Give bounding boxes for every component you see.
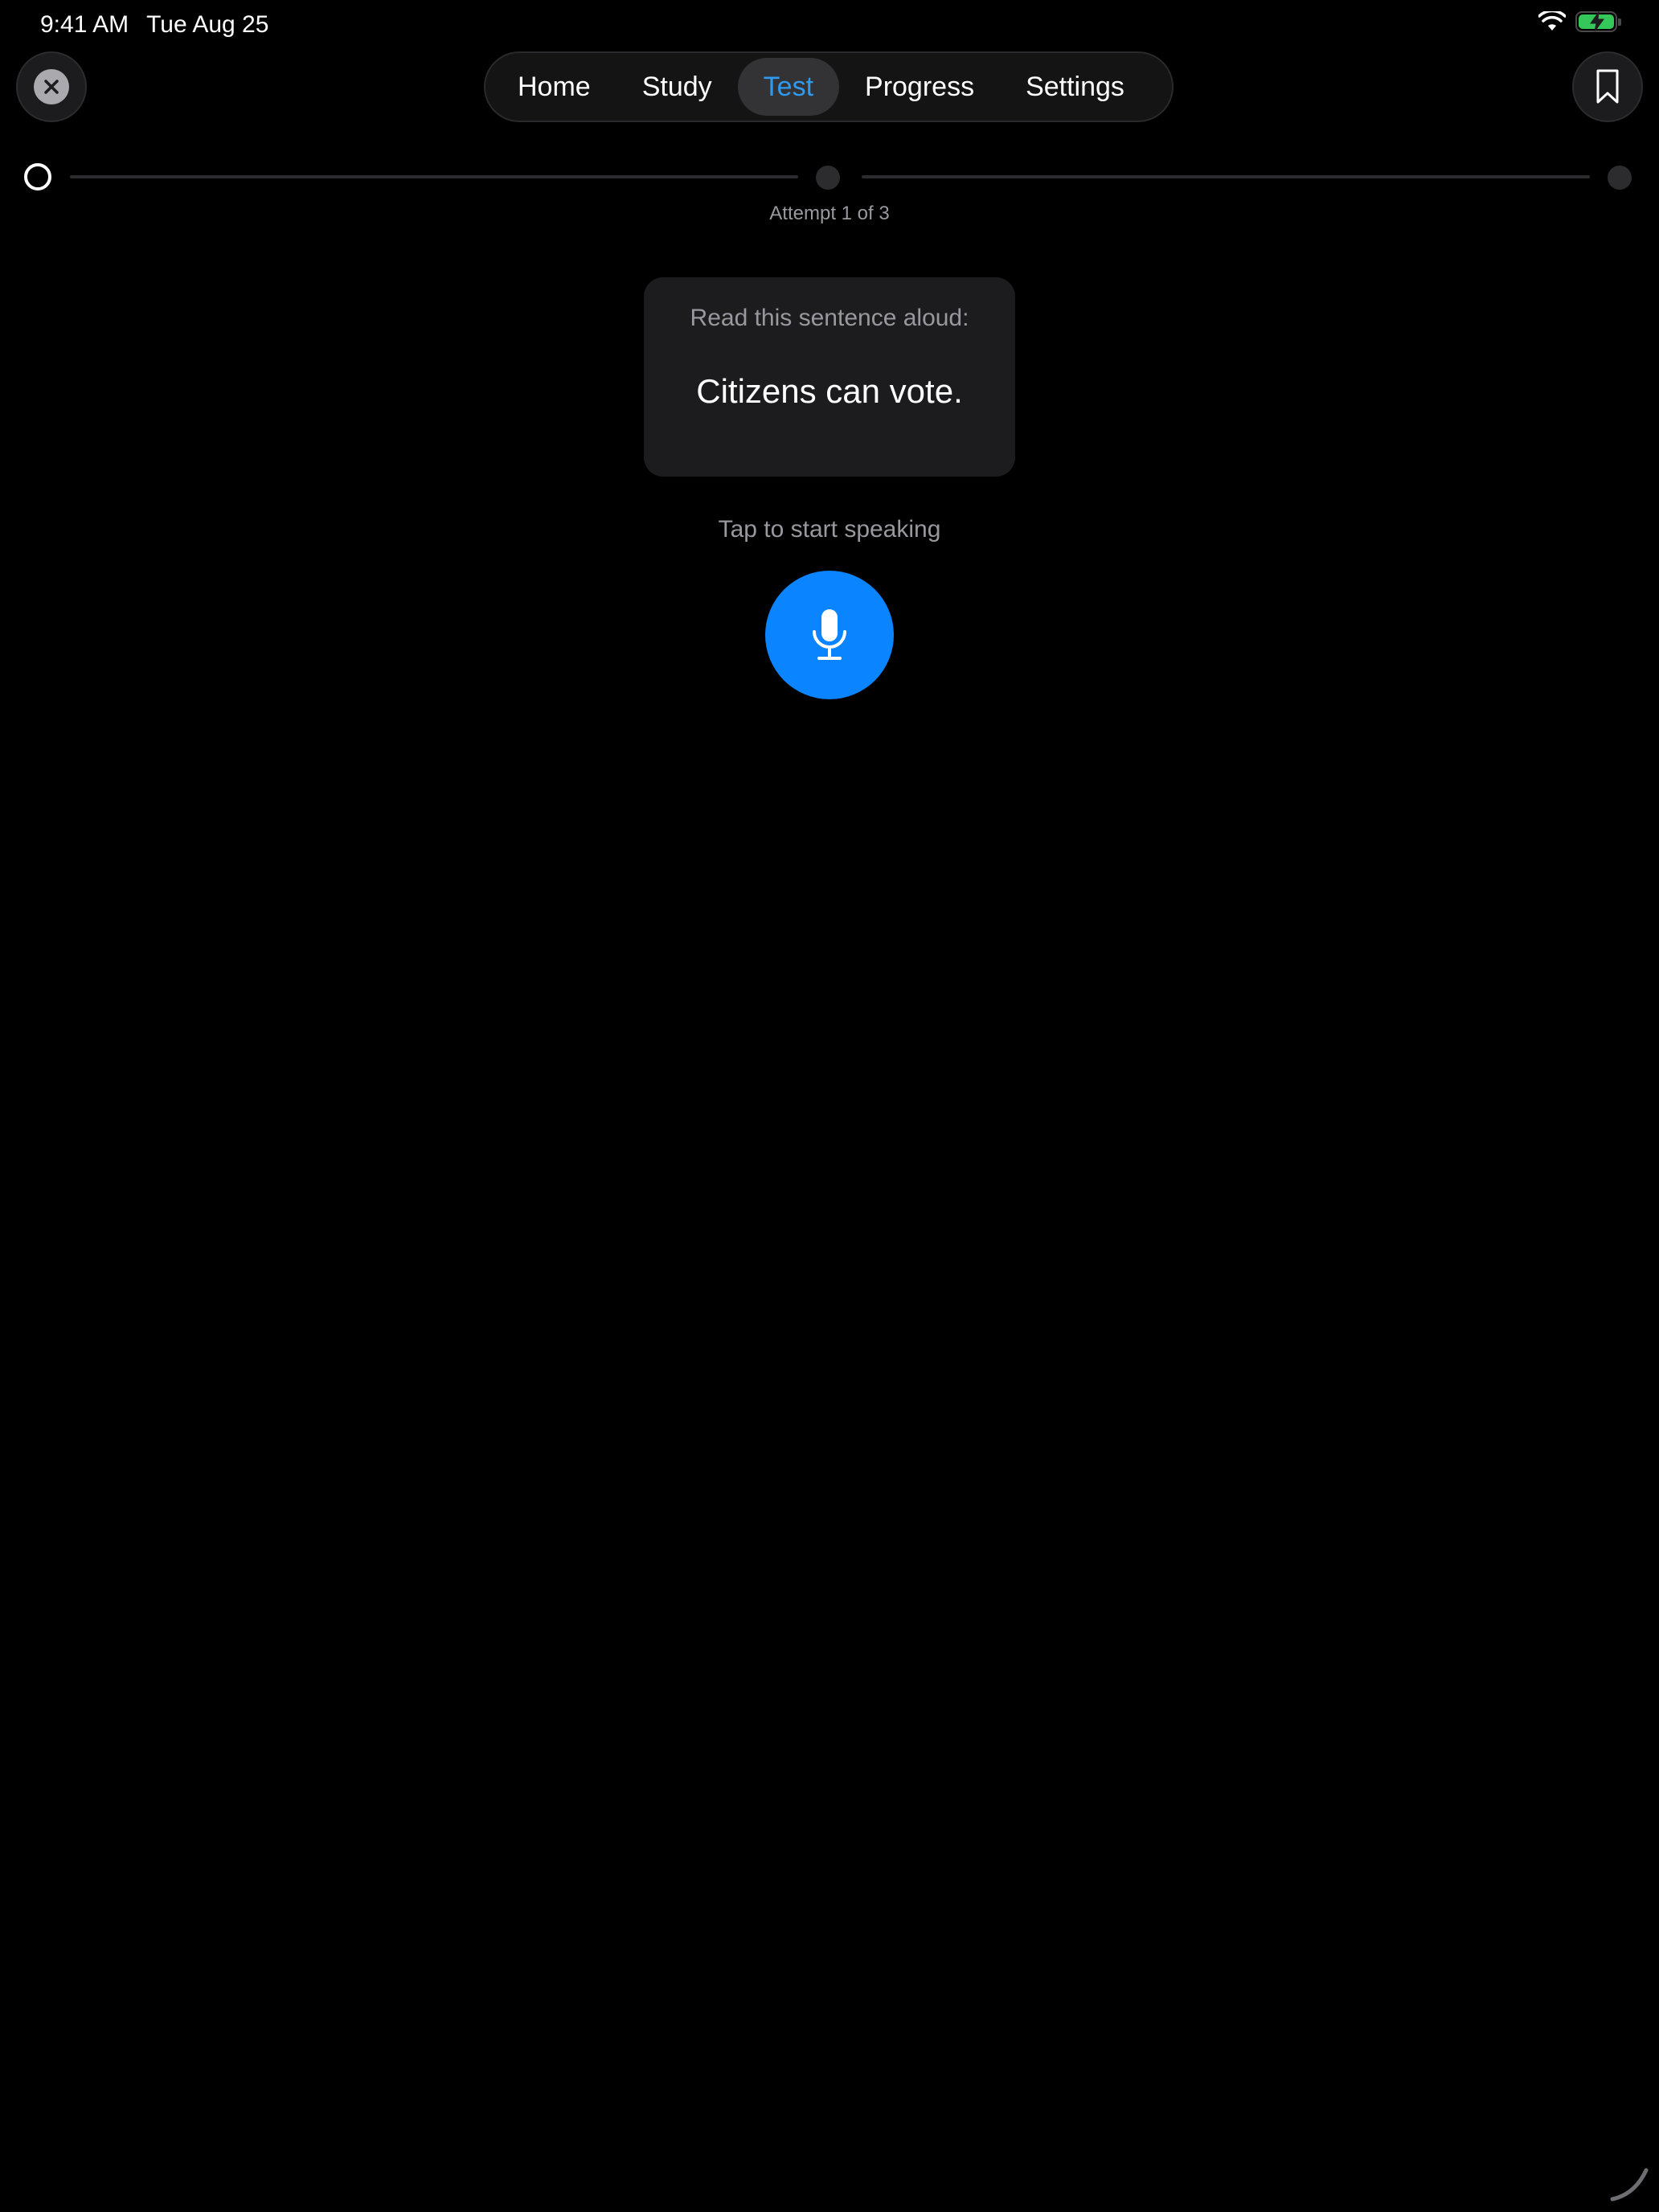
speak-hint: Tap to start speaking <box>718 516 941 543</box>
bookmark-icon <box>1596 69 1619 104</box>
test-screen: 9:41 AM Tue Aug 25 Home Study Test Progr… <box>0 0 1659 2212</box>
progress-step-2 <box>816 166 840 190</box>
wifi-icon <box>1538 11 1566 31</box>
status-time: 9:41 AM <box>40 11 129 38</box>
progress-line <box>70 175 798 178</box>
progress-step-1 <box>24 163 51 190</box>
microphone-button[interactable] <box>765 571 894 699</box>
attempt-progress-track <box>24 163 1635 190</box>
status-bar-clock: 9:41 AM Tue Aug 25 <box>40 11 268 39</box>
prompt-instruction: Read this sentence aloud: <box>690 305 969 331</box>
status-bar-indicators <box>1538 11 1621 32</box>
attempt-label: Attempt 1 of 3 <box>769 203 890 224</box>
microphone-icon <box>813 609 846 660</box>
tab-home[interactable]: Home <box>492 58 616 116</box>
tab-study[interactable]: Study <box>616 58 738 116</box>
progress-step-3 <box>1608 166 1632 190</box>
tab-test[interactable]: Test <box>737 58 840 116</box>
resize-handle-icon <box>1610 2168 1649 2202</box>
status-date: Tue Aug 25 <box>146 11 269 38</box>
prompt-sentence: Citizens can vote. <box>696 372 963 410</box>
top-tab-bar: Home Study Test Progress Settings <box>484 51 1174 122</box>
progress-line <box>862 175 1590 178</box>
tab-settings[interactable]: Settings <box>1000 58 1150 116</box>
prompt-card: Read this sentence aloud: Citizens can v… <box>644 277 1015 477</box>
close-icon <box>34 69 69 104</box>
battery-charging-icon <box>1575 11 1621 32</box>
close-button[interactable] <box>16 51 87 122</box>
bookmark-button[interactable] <box>1572 51 1643 122</box>
tab-progress[interactable]: Progress <box>839 58 1000 116</box>
